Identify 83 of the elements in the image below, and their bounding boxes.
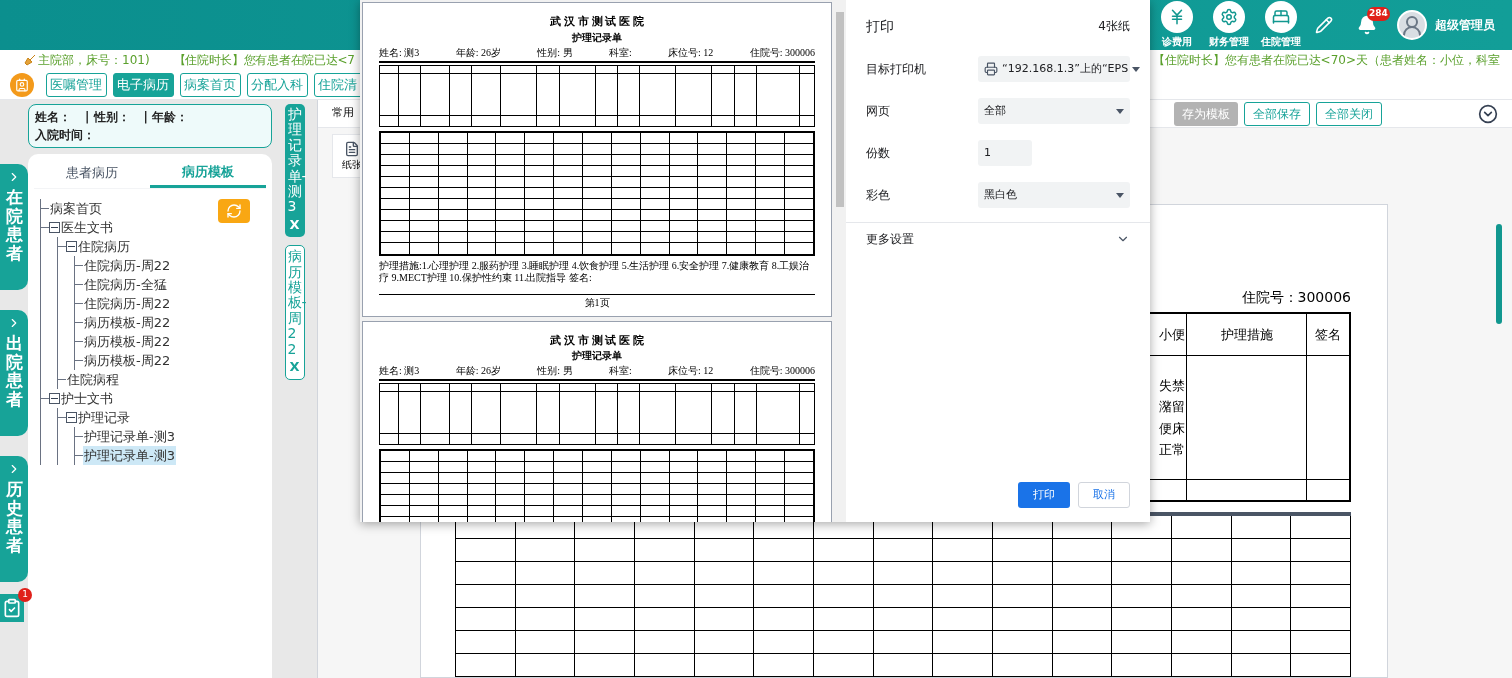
notice-text: 【住院时长】您有患者在院已达<7	[173, 52, 355, 69]
record-tab[interactable]: 患者病历	[34, 158, 150, 188]
user-avatar[interactable]	[1397, 10, 1427, 40]
scrollbar-thumb[interactable]	[836, 12, 844, 207]
tree-item[interactable]: 住院病程	[66, 369, 120, 390]
tree-item[interactable]: 护理记录单-测3	[83, 445, 176, 466]
tree-item[interactable]: 护理记录	[77, 407, 131, 428]
collapse-toggle-icon[interactable]	[1478, 103, 1498, 124]
collapse-icon[interactable]	[49, 222, 60, 233]
hospital-name: 武 汉 市 测 试 医 院	[549, 14, 645, 29]
form-meta: 年龄: 26岁	[455, 46, 501, 59]
page-number: 第1页	[583, 295, 611, 310]
form-meta: 床位号: 12	[668, 365, 714, 377]
option-text: 正常	[1159, 441, 1185, 459]
tree-item[interactable]: 住院病历-全猛	[83, 274, 168, 295]
form-title: 护理记录单	[571, 30, 623, 45]
bell-icon[interactable]	[1357, 15, 1377, 35]
dialog-title: 打印	[866, 16, 894, 36]
hospital-name: 武 汉 市 测 试 医 院	[549, 332, 645, 348]
collapse-icon[interactable]	[66, 412, 77, 423]
toolbar-tab[interactable]: 常用	[332, 105, 354, 122]
field-label: 彩色	[866, 187, 891, 204]
patient-field: 入院时间：	[35, 128, 95, 142]
field-label: 份数	[866, 145, 891, 162]
field-label: 目标打印机	[866, 61, 927, 78]
more-settings[interactable]: 更多设置	[866, 223, 1130, 255]
form-meta: 性别: 男	[537, 365, 573, 377]
task-button[interactable]	[0, 594, 24, 622]
yen-icon	[1161, 1, 1193, 33]
tree-item[interactable]: 护士文书	[60, 388, 114, 409]
form-meta: 姓名: 测3	[379, 365, 420, 377]
collapse-icon[interactable]	[49, 393, 60, 404]
column-header: 小便	[1159, 325, 1185, 344]
select-field[interactable]: 黑白色	[978, 182, 1130, 208]
form-title: 护理记录单	[571, 349, 623, 363]
collapse-icon[interactable]	[66, 241, 77, 252]
broom-icon	[24, 54, 36, 66]
option-text: 潴留	[1159, 398, 1185, 416]
form-meta: 住院号: 300006	[749, 46, 815, 59]
tree-item[interactable]: 医生文书	[60, 217, 114, 238]
dropdown-icon	[1132, 66, 1141, 72]
sheet-count: 4张纸	[1098, 18, 1130, 35]
notification-badge: 284	[1367, 7, 1390, 21]
task-badge: 1	[18, 588, 32, 602]
admission-number: 住院号：300006	[1241, 288, 1351, 307]
option-text: 失禁	[1159, 376, 1185, 395]
form-meta: 住院号: 300006	[749, 365, 815, 377]
patient-field: 姓名：	[35, 108, 71, 126]
gear-icon	[1213, 1, 1245, 33]
tree-item[interactable]: 住院病历-周22	[83, 293, 172, 314]
bed-icon	[1265, 1, 1297, 33]
column-header: 护理措施	[1220, 325, 1273, 344]
tree-item[interactable]: 护理记录单-测3	[83, 426, 176, 447]
form-meta: 年龄: 26岁	[455, 365, 501, 377]
tree-item[interactable]: 病历模板-周22	[83, 331, 172, 352]
tree-item[interactable]: 病案首页	[49, 198, 103, 219]
tree-item[interactable]: 病历模板-周22	[83, 350, 172, 371]
tree-item[interactable]: 住院病历	[77, 236, 131, 257]
patient-field: | 年龄：	[143, 108, 189, 126]
column-header: 签名	[1315, 325, 1341, 344]
pencil-icon[interactable]	[1315, 16, 1333, 34]
tree-item[interactable]: 住院病历-周22	[83, 255, 172, 276]
refresh-icon	[226, 203, 242, 219]
dropdown-icon	[1116, 192, 1124, 198]
form-meta: 性别: 男	[537, 46, 573, 59]
document-icon	[344, 140, 360, 157]
form-meta: 科室:	[608, 46, 632, 59]
tree-item[interactable]: 病历模板-周22	[83, 312, 172, 333]
field-label: 网页	[866, 103, 891, 120]
copies-field[interactable]: 1	[978, 140, 1032, 166]
dropdown-icon	[1116, 108, 1124, 114]
option-text: 便床	[1159, 419, 1185, 438]
notice-text: 主院部，床号：101)	[38, 52, 150, 69]
form-footnote: 护理措施:1.心理护理 2.服药护理 3.睡眠护理 4.饮食护理 5.生活护理 6.安全护理 7.健康教育 8.工娱治疗 9.MECT护理 10.保护性约束 11.出院指导 签名:	[379, 259, 811, 284]
scrollbar-thumb[interactable]	[1496, 224, 1502, 324]
cancel-button[interactable]: 取消	[1078, 482, 1130, 508]
form-meta: 床位号: 12	[668, 46, 714, 59]
form-meta: 姓名: 测3	[379, 46, 420, 59]
print-button[interactable]: 打印	[1018, 482, 1070, 508]
form-meta: 科室:	[608, 365, 632, 377]
notice-text: 【住院时长】您有患者在院已达<70>天（患者姓名：小位，科室	[1152, 52, 1500, 69]
patient-field: | 性别：	[85, 108, 130, 126]
select-field[interactable]: 全部	[978, 98, 1130, 124]
